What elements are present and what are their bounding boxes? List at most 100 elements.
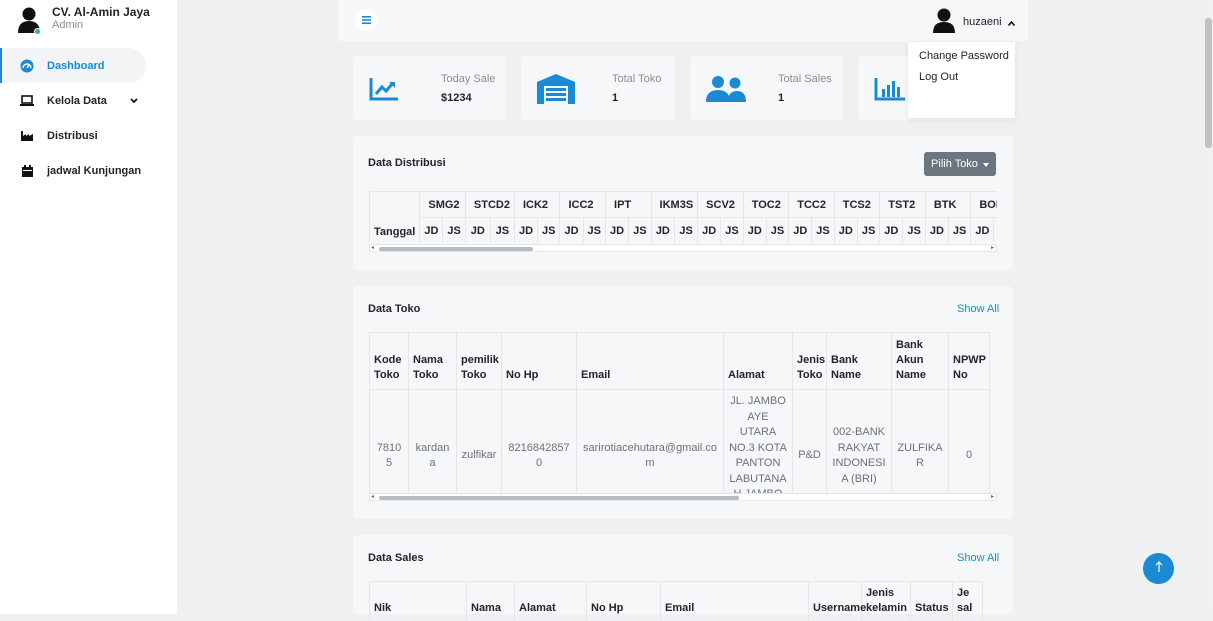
stat-label: Total Sales <box>778 73 832 85</box>
pilih-toko-button[interactable]: Pilih Toko <box>924 152 996 176</box>
table-cell: zulfikar <box>457 390 502 495</box>
avatar[interactable] <box>17 7 41 33</box>
table-header-cell: Bank Name <box>827 333 892 390</box>
sidebar-item-dashboard[interactable]: Dashboard <box>0 48 146 83</box>
menu-toggle-button[interactable] <box>355 9 377 31</box>
table-header-cell: Kode Toko <box>370 333 409 390</box>
sidebar-item-kelola-data[interactable]: Kelola Data <box>0 83 177 118</box>
table-header-cell: JD <box>971 218 994 244</box>
table-header-cell: JS <box>675 218 698 244</box>
table-header-cell: ICC2 <box>560 192 606 218</box>
table-cell: 78105 <box>370 390 409 495</box>
table-header-cell: BTK <box>925 192 971 218</box>
bars-icon <box>362 13 371 27</box>
scroll-to-top-button[interactable] <box>1143 553 1174 584</box>
sales-table: NikNamaAlamatNo HpEmailUsernameJenis kel… <box>369 581 983 621</box>
table-subheader-row: JDJSJDJSJDJSJDJSJDJSJDJSJDJSJDJSJDJSJDJS… <box>370 218 998 244</box>
scroll-left-arrow[interactable]: ◂ <box>371 494 374 501</box>
caret-down-icon <box>983 158 989 170</box>
table-header-row: TanggalSMG2STCD2ICK2ICC2IPTIKM3SSCV2TOC2… <box>370 192 998 218</box>
table-header-cell: NPWP No <box>949 333 990 390</box>
table-cell: 82168428570 <box>502 390 577 495</box>
table-header-cell: JD <box>925 218 948 244</box>
table-header-cell: JD <box>743 218 766 244</box>
table-header-row: Kode TokoNama Tokopemilik TokoNo HpEmail… <box>370 333 990 390</box>
sidebar-item-label: Dashboard <box>47 60 104 72</box>
card-title: Data Distribusi <box>368 157 446 169</box>
horizontal-scrollbar[interactable]: ◂ ▸ <box>369 493 997 501</box>
table-header-cell: Tanggal <box>370 192 420 244</box>
stat-card-total-toko: Total Toko 1 <box>521 56 675 120</box>
distribusi-card: Data Distribusi Pilih Toko TanggalSMG2ST… <box>353 136 1013 270</box>
user-menu-toggle[interactable]: huzaeni <box>932 8 1015 36</box>
sales-card: Data Sales Show All NikNamaAlamatNo HpEm… <box>353 535 1013 614</box>
stat-card-total-sales: Total Sales 1 <box>690 56 843 120</box>
stat-card-today-sale: Today Sale $1234 <box>353 56 506 120</box>
sidebar-item-label: Kelola Data <box>47 95 107 107</box>
change-password-link[interactable]: Change Password <box>919 50 1009 62</box>
table-cell: P&D <box>793 390 827 495</box>
table-header-cell: JS <box>903 218 925 244</box>
chart-line-icon <box>369 77 399 104</box>
table-header-cell: ICK2 <box>514 192 560 218</box>
user-dropdown-menu: Change Password Log Out <box>908 42 1015 118</box>
toko-card: Data Toko Show All Kode TokoNama Tokopem… <box>353 286 1013 519</box>
horizontal-scrollbar[interactable]: ◂ ▸ <box>369 244 997 252</box>
arrow-up-icon <box>1155 561 1163 576</box>
sales-show-all-link[interactable]: Show All <box>957 552 999 564</box>
scroll-right-arrow[interactable]: ▸ <box>991 245 994 252</box>
table-header-cell: JS <box>812 218 834 244</box>
table-header-cell: JS <box>538 218 560 244</box>
table-header-cell: JS <box>443 218 465 244</box>
distribusi-table: TanggalSMG2STCD2ICK2ICC2IPTIKM3SSCV2TOC2… <box>369 191 997 243</box>
logout-link[interactable]: Log Out <box>919 71 958 83</box>
card-title: Data Toko <box>368 303 420 315</box>
table-header-cell: TCS2 <box>834 192 880 218</box>
stat-value: 1 <box>612 92 618 104</box>
industry-icon <box>20 129 34 143</box>
toko-show-all-link[interactable]: Show All <box>957 303 999 315</box>
scroll-thumb[interactable] <box>379 247 533 251</box>
table-header-cell: JS <box>583 218 605 244</box>
table-row: 78105kardanazulfikar82168428570sarirotia… <box>370 390 990 495</box>
user-role: Admin <box>52 18 150 32</box>
table-header-cell: pemilik Toko <box>457 333 502 390</box>
gauge-icon <box>20 59 34 73</box>
stat-value: $1234 <box>441 92 472 104</box>
page-scrollbar[interactable] <box>1204 0 1213 614</box>
table-header-cell: TST2 <box>880 192 926 218</box>
table-cell: ZULFIKAR <box>892 390 949 495</box>
page-scroll-thumb[interactable] <box>1205 18 1212 148</box>
table-header-row: NikNamaAlamatNo HpEmailUsernameJenis kel… <box>370 582 983 621</box>
sidebar-item-distribusi[interactable]: Distribusi <box>0 118 177 153</box>
toko-table: Kode TokoNama Tokopemilik TokoNo HpEmail… <box>369 332 990 494</box>
table-header-cell: TCC2 <box>789 192 835 218</box>
chevron-up-icon <box>1008 15 1015 29</box>
table-header-cell: JS <box>766 218 788 244</box>
table-cell: kardana <box>409 390 457 495</box>
table-header-cell: SMG2 <box>420 192 466 218</box>
scroll-thumb[interactable] <box>379 496 739 500</box>
table-header-cell: JD <box>651 218 675 244</box>
table-header-cell: JD <box>465 218 490 244</box>
table-header-cell: Jenis Toko <box>793 333 827 390</box>
table-header-cell: JD <box>606 218 629 244</box>
users-icon <box>706 76 746 105</box>
table-header-cell: JS <box>857 218 879 244</box>
table-header-cell: BOI <box>971 192 997 218</box>
table-header-cell: IPT <box>606 192 652 218</box>
table-header-cell: JS <box>721 218 743 244</box>
brand: CV. Al-Amin Jaya Admin <box>17 6 150 33</box>
chevron-down-icon <box>130 95 138 107</box>
table-cell: sarirotiacehutara@gmail.com <box>577 390 724 495</box>
scroll-left-arrow[interactable]: ◂ <box>371 245 374 252</box>
online-status-dot <box>34 28 41 35</box>
sidebar-item-jadwal-kunjungan[interactable]: jadwal Kunjungan <box>0 153 177 188</box>
table-header-cell: JD <box>880 218 903 244</box>
user-avatar-icon <box>932 8 956 36</box>
stat-label: Total Toko <box>612 73 661 85</box>
topbar: huzaeni <box>338 0 1028 41</box>
table-header-cell: JS <box>948 218 970 244</box>
table-header-cell: Nama <box>467 582 515 621</box>
scroll-right-arrow[interactable]: ▸ <box>991 494 994 501</box>
